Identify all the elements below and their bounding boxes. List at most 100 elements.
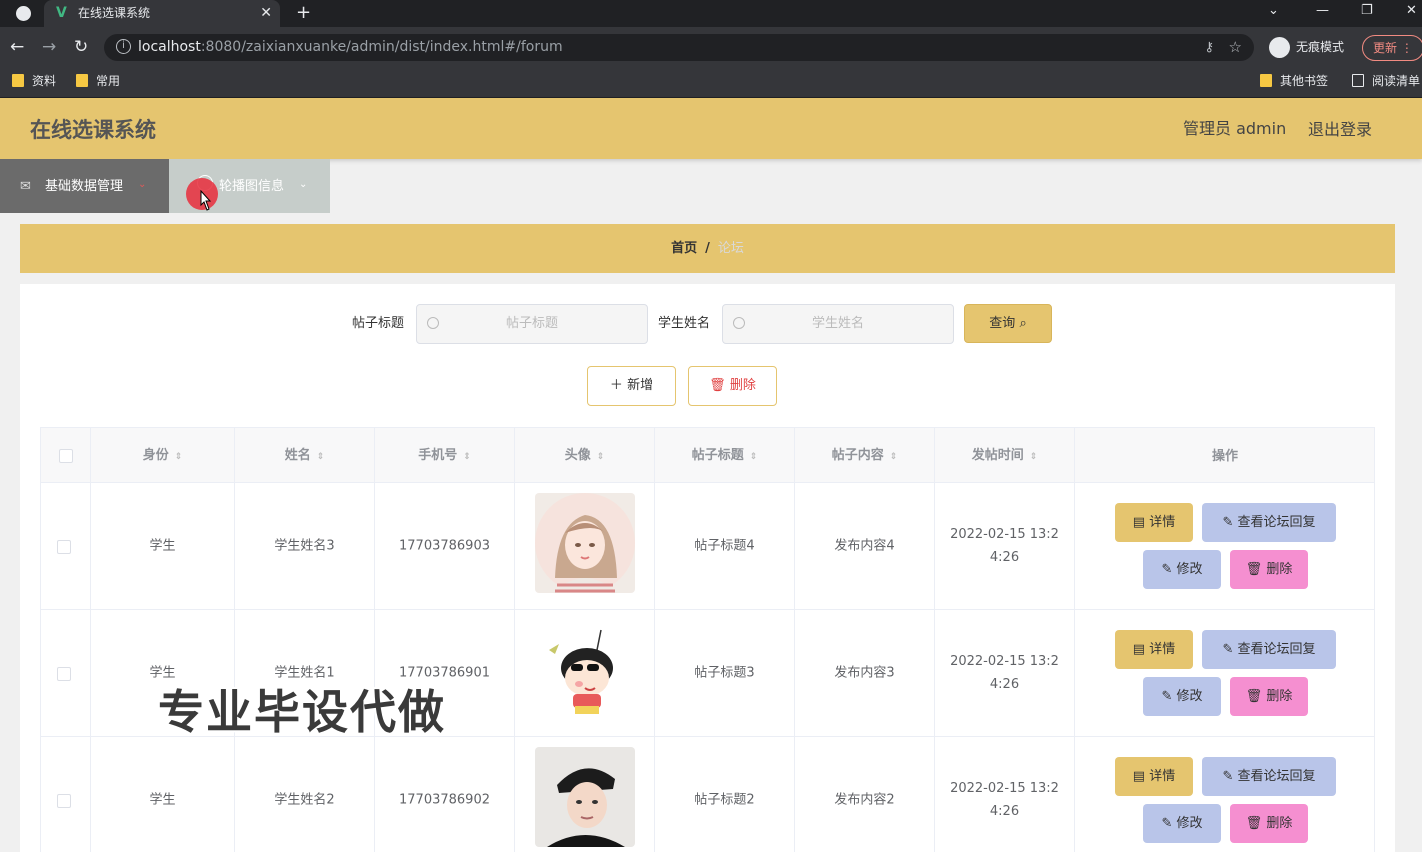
close-window-icon[interactable]: ✕ <box>1406 0 1417 22</box>
row-checkbox[interactable] <box>57 540 71 554</box>
back-icon[interactable]: ← <box>10 27 24 67</box>
delete-button[interactable]: 🗑 删除 <box>1230 550 1308 589</box>
cell-phone: 17703786902 <box>375 737 515 852</box>
document-icon: ▤ <box>1132 769 1146 784</box>
sort-icon[interactable]: ⇕ <box>750 452 758 462</box>
cell-text: 发布内容3 <box>834 665 895 681</box>
title-search-input[interactable]: 帖子标题 <box>416 304 648 344</box>
table-row <box>41 483 91 610</box>
menu-basic-data[interactable]: ✉ 基础数据管理 ⌄ <box>0 159 169 213</box>
close-tab-icon[interactable]: ✕ <box>260 0 272 27</box>
cell-content: 发布内容3 <box>795 610 935 737</box>
password-key-icon[interactable]: ⚷ <box>1204 34 1214 61</box>
header-time[interactable]: 发帖时间 ⇕ <box>935 428 1075 483</box>
folder-icon <box>12 74 24 87</box>
table-row <box>41 737 91 852</box>
select-all-checkbox[interactable] <box>59 449 73 463</box>
reading-list[interactable]: 阅读清单 <box>1352 67 1420 95</box>
app-brand: 在线选课系统 <box>30 118 156 142</box>
bookmark-folder-ziliao[interactable]: 资料 <box>12 67 56 95</box>
hand-cursor-icon <box>200 190 212 211</box>
sort-icon[interactable]: ⇕ <box>597 452 605 462</box>
query-button[interactable]: 查询 ⌕ <box>964 304 1052 343</box>
detail-button[interactable]: ▤ 详情 <box>1115 757 1193 796</box>
edit-button[interactable]: ✎ 修改 <box>1143 677 1221 716</box>
incognito-label: 无痕模式 <box>1296 40 1345 54</box>
header-title[interactable]: 帖子标题 ⇕ <box>655 428 795 483</box>
delete-button[interactable]: 🗑 删除 <box>1230 677 1308 716</box>
header-content[interactable]: 帖子内容 ⇕ <box>795 428 935 483</box>
cell-time: 2022-02-15 13:2 4:26 <box>935 483 1075 610</box>
incognito-indicator[interactable]: 无痕模式 <box>1266 35 1352 60</box>
trash-icon: 🗑 <box>1245 816 1263 831</box>
detail-button[interactable]: ▤ 详情 <box>1115 503 1193 542</box>
breadcrumb-home[interactable]: 首页 <box>671 241 697 256</box>
cell-text: 帖子标题4 <box>694 538 755 554</box>
replies-label: 查看论坛回复 <box>1237 769 1316 784</box>
bookmark-label: 常用 <box>96 74 121 88</box>
row-checkbox[interactable] <box>57 667 71 681</box>
update-label: 更新 <box>1373 41 1398 55</box>
bookmark-folder-changyong[interactable]: 常用 <box>76 67 120 95</box>
cell-actions: ▤ 详情 ✎ 查看论坛回复 ✎ 修改 🗑 删除 <box>1075 610 1374 737</box>
tab-title: 在线选课系统 <box>78 6 151 20</box>
edit-icon: ✎ <box>1222 769 1234 784</box>
update-button[interactable]: 更新 ⋮ <box>1362 35 1422 61</box>
edit-button[interactable]: ✎ 修改 <box>1143 804 1221 843</box>
delete-button[interactable]: 🗑 删除 <box>1230 804 1308 843</box>
cell-title: 帖子标题2 <box>655 737 795 852</box>
sort-icon[interactable]: ⇕ <box>890 452 898 462</box>
header-avatar[interactable]: 头像 ⇕ <box>515 428 655 483</box>
cell-role: 学生 <box>91 483 235 610</box>
edit-button[interactable]: ✎ 修改 <box>1143 550 1221 589</box>
add-button[interactable]: ＋ 新增 <box>587 366 676 406</box>
browser-tabbar: V 在线选课系统 ✕ + ⌄ — ❐ ✕ <box>0 0 1422 27</box>
sort-icon[interactable]: ⇕ <box>175 452 183 462</box>
new-tab-icon[interactable]: + <box>296 0 311 25</box>
plus-icon: ＋ <box>609 378 623 393</box>
cell-avatar <box>515 483 655 610</box>
delete-label: 删除 <box>1266 562 1293 577</box>
other-bookmarks[interactable]: 其他书签 <box>1260 67 1328 95</box>
edit-icon: ✎ <box>1222 642 1234 657</box>
sort-icon[interactable]: ⇕ <box>463 452 471 462</box>
browser-menu-icon[interactable] <box>16 6 31 21</box>
site-info-icon[interactable]: i <box>116 39 131 54</box>
sort-icon[interactable]: ⇕ <box>1030 452 1038 462</box>
detail-button[interactable]: ▤ 详情 <box>1115 630 1193 669</box>
view-replies-button[interactable]: ✎ 查看论坛回复 <box>1202 503 1336 542</box>
url-host: localhost <box>138 39 201 55</box>
header-role[interactable]: 身份 ⇕ <box>91 428 235 483</box>
name-search-input[interactable]: 学生姓名 <box>722 304 954 344</box>
cell-content: 发布内容2 <box>795 737 935 852</box>
trash-icon: 🗑 <box>1245 562 1263 577</box>
url-field[interactable]: i localhost:8080/zaixianxuanke/admin/dis… <box>104 34 1254 61</box>
restore-icon[interactable]: ❐ <box>1361 0 1373 22</box>
cell-text: 学生姓名3 <box>274 538 335 554</box>
reload-icon[interactable]: ↻ <box>74 27 88 67</box>
header-phone[interactable]: 手机号 ⇕ <box>375 428 515 483</box>
cell-time: 2022-02-15 13:2 4:26 <box>935 737 1075 852</box>
logout-link[interactable]: 退出登录 <box>1308 98 1372 161</box>
bookmark-star-icon[interactable]: ☆ <box>1229 34 1242 61</box>
view-replies-button[interactable]: ✎ 查看论坛回复 <box>1202 757 1336 796</box>
sort-icon[interactable]: ⇕ <box>317 452 325 462</box>
minimize-icon[interactable]: — <box>1316 0 1329 22</box>
detail-label: 详情 <box>1149 642 1176 657</box>
header-label: 帖子标题 <box>691 448 744 463</box>
cell-name: 学生姓名2 <box>235 737 375 852</box>
cell-avatar <box>515 737 655 852</box>
forward-icon[interactable]: → <box>42 27 56 67</box>
tab-search-icon[interactable]: ⌄ <box>1268 0 1279 22</box>
title-filter-label: 帖子标题 <box>352 316 405 331</box>
cell-text: 发布内容4 <box>834 538 895 554</box>
batch-delete-button[interactable]: 🗑 删除 <box>688 366 777 406</box>
browser-tab[interactable]: V 在线选课系统 ✕ <box>44 0 280 27</box>
cell-avatar <box>515 610 655 737</box>
row-checkbox[interactable] <box>57 794 71 808</box>
cell-actions: ▤ 详情 ✎ 查看论坛回复 ✎ 修改 🗑 删除 <box>1075 483 1374 610</box>
address-bar: ← → ↻ i localhost:8080/zaixianxuanke/adm… <box>0 27 1422 67</box>
header-name[interactable]: 姓名 ⇕ <box>235 428 375 483</box>
detail-label: 详情 <box>1149 769 1176 784</box>
view-replies-button[interactable]: ✎ 查看论坛回复 <box>1202 630 1336 669</box>
